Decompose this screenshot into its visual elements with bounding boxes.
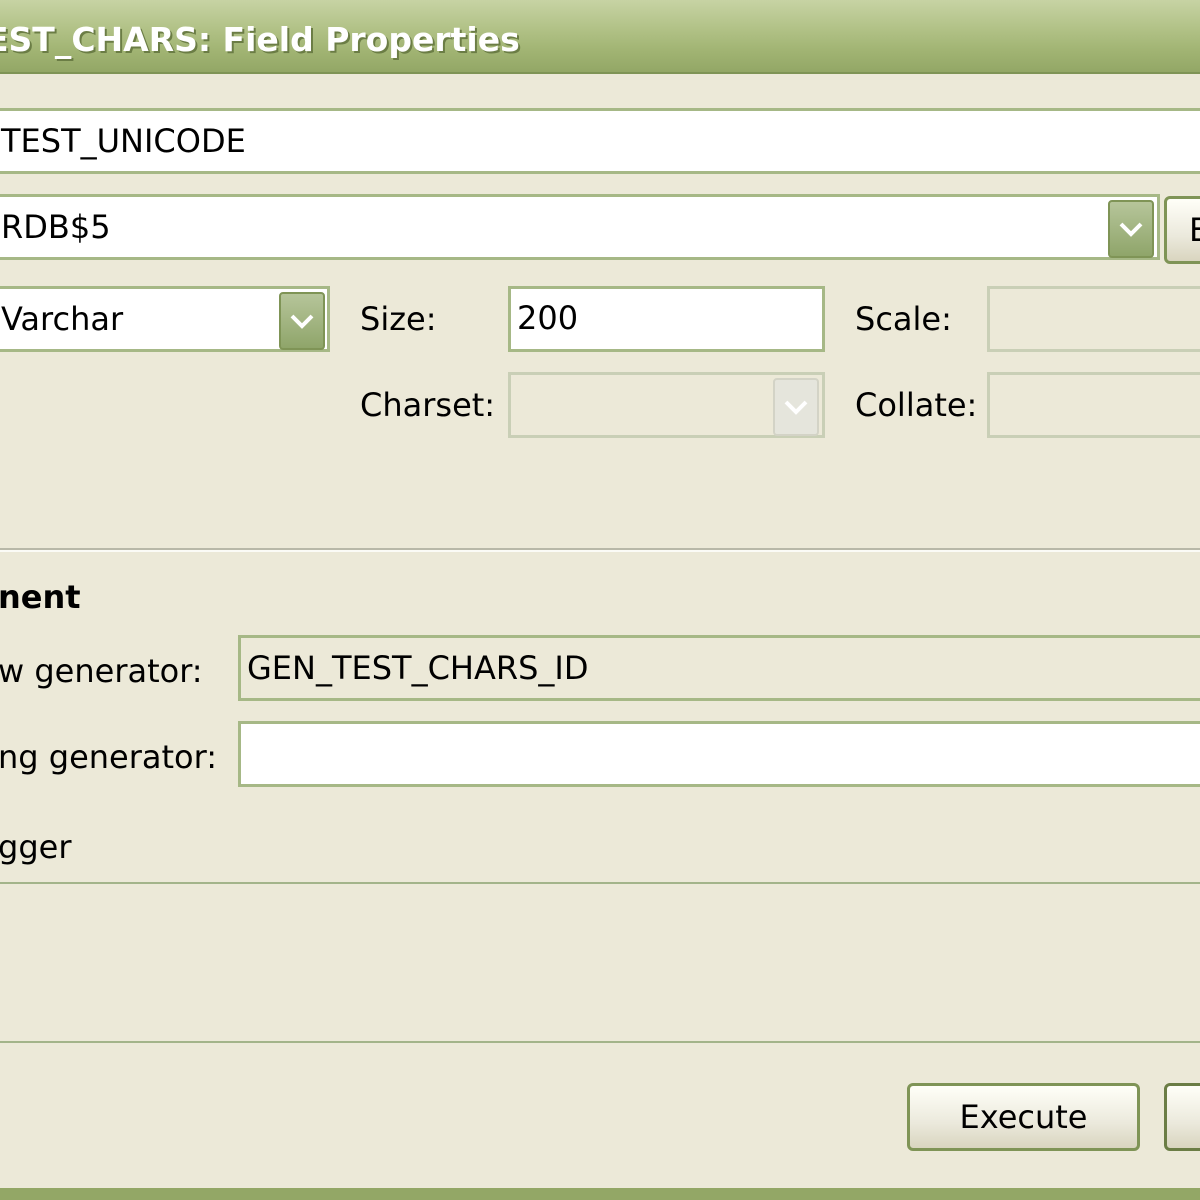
domain-edit-label: E	[1189, 211, 1200, 249]
existing-generator-input[interactable]	[238, 721, 1200, 787]
new-generator-input[interactable]: GEN_TEST_CHARS_ID	[238, 635, 1200, 701]
chevron-down-icon	[1119, 222, 1143, 237]
domain-edit-button[interactable]: E	[1164, 196, 1200, 264]
autoinc-section-title: nent	[0, 578, 81, 616]
title-bar[interactable]: EST_CHARS: Field Properties	[0, 0, 1200, 74]
existing-generator-label: ng generator:	[0, 738, 217, 776]
execute-button[interactable]: Execute	[907, 1083, 1140, 1151]
chevron-down-icon	[290, 314, 314, 329]
new-generator-label: w generator:	[0, 652, 203, 690]
section-bottom-border	[0, 882, 1200, 884]
size-input[interactable]: 200	[508, 286, 825, 352]
charset-label: Charset:	[360, 386, 496, 424]
collate-label: Collate:	[855, 386, 978, 424]
execute-label: Execute	[959, 1098, 1088, 1136]
domain-dropdown-button[interactable]	[1108, 200, 1154, 258]
collate-input[interactable]	[987, 372, 1200, 438]
field-name-input[interactable]: TEST_UNICODE	[0, 108, 1200, 174]
charset-dropdown-button[interactable]	[773, 378, 819, 436]
domain-select[interactable]: RDB$5	[0, 194, 1160, 260]
trigger-label: gger	[0, 828, 72, 866]
chevron-down-icon	[784, 400, 808, 415]
section-divider	[0, 548, 1200, 552]
datatype-value: Varchar	[1, 300, 124, 338]
scale-input[interactable]	[987, 286, 1200, 352]
window-title: EST_CHARS: Field Properties	[0, 20, 520, 59]
size-label: Size:	[360, 300, 437, 338]
datatype-dropdown-button[interactable]	[279, 292, 325, 350]
cancel-button[interactable]	[1164, 1083, 1200, 1151]
button-area-divider	[0, 1041, 1200, 1043]
window-bottom-border	[0, 1188, 1200, 1200]
domain-value: RDB$5	[1, 208, 111, 246]
scale-label: Scale:	[855, 300, 952, 338]
